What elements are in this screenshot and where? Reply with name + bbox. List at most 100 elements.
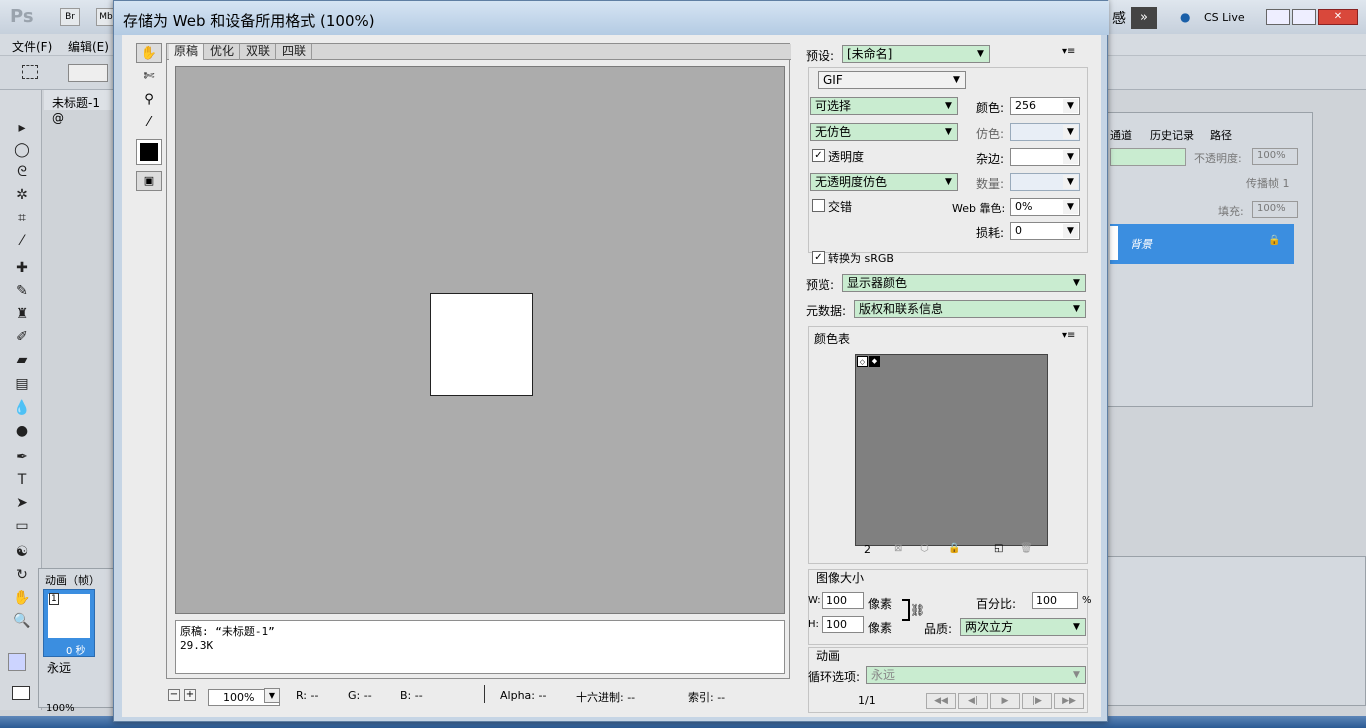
- layer-background-row[interactable]: 背景 🔒: [1110, 224, 1294, 264]
- path-select-icon[interactable]: ➤: [12, 493, 32, 513]
- percent-input[interactable]: 100: [1032, 592, 1078, 609]
- loop-select[interactable]: 永远 ▼: [866, 666, 1086, 684]
- opacity-field[interactable]: 100%: [1252, 148, 1298, 165]
- history-brush-icon[interactable]: ✐: [12, 327, 32, 347]
- propagate-label[interactable]: 传播帧 1: [1246, 175, 1290, 191]
- dither-algorithm-select[interactable]: 无仿色 ▼: [810, 123, 958, 141]
- play-button[interactable]: ▶: [990, 693, 1020, 709]
- swatch-white[interactable]: ◇: [857, 356, 868, 367]
- web-snap-select[interactable]: 0% ▼: [1010, 198, 1080, 216]
- selection-mode-icon[interactable]: [68, 64, 108, 82]
- 3d-rotate-icon[interactable]: ☯: [12, 542, 32, 562]
- healing-tool-icon[interactable]: ✚: [12, 258, 32, 278]
- toggle-slices-icon[interactable]: ▣: [136, 171, 162, 191]
- fill-field[interactable]: 100%: [1252, 201, 1298, 218]
- transparency-checkbox[interactable]: ✓: [812, 149, 825, 162]
- convert-srgb-checkbox[interactable]: ✓: [812, 251, 825, 264]
- ps-minimize-button[interactable]: [1266, 9, 1290, 25]
- marquee-icon[interactable]: [22, 65, 38, 79]
- menu-file[interactable]: 文件(F): [12, 38, 52, 55]
- foreground-color-swatch[interactable]: [8, 653, 26, 671]
- zoom-tool-icon[interactable]: ⚲: [136, 90, 162, 110]
- frame-delay[interactable]: 0 秒: [66, 642, 86, 657]
- prev-frame-button[interactable]: ◀|: [958, 693, 988, 709]
- width-input[interactable]: 100: [822, 592, 864, 609]
- loop-select[interactable]: 永远: [47, 659, 71, 676]
- animation-tab[interactable]: 动画（帧）: [45, 572, 100, 588]
- lossy-select[interactable]: 0 ▼: [1010, 222, 1080, 240]
- tab-4up[interactable]: 四联: [277, 44, 313, 60]
- document-tab[interactable]: 未标题-1 @: [44, 90, 114, 125]
- map-color-icon[interactable]: ⊠: [894, 543, 902, 554]
- tab-optimized[interactable]: 优化: [205, 44, 241, 60]
- lock-color-icon[interactable]: 🔒: [948, 543, 960, 554]
- ps-close-button[interactable]: ✕: [1318, 9, 1358, 25]
- new-color-icon[interactable]: ◱: [994, 543, 1003, 554]
- tab-2up[interactable]: 双联: [241, 44, 277, 60]
- metadata-label: 元数据:: [806, 304, 847, 318]
- reduction-select[interactable]: 可选择 ▼: [810, 97, 958, 115]
- trash-icon[interactable]: 🗑: [1020, 543, 1033, 554]
- hand-tool-icon[interactable]: ✋: [12, 588, 32, 608]
- stamp-tool-icon[interactable]: ♜: [12, 304, 32, 324]
- hand-tool-icon[interactable]: ✋: [136, 43, 162, 63]
- gradient-tool-icon[interactable]: ▤: [12, 374, 32, 394]
- tab-original[interactable]: 原稿: [169, 44, 205, 60]
- quick-mask-icon[interactable]: [12, 686, 30, 700]
- eyedropper-color-swatch[interactable]: [136, 139, 162, 165]
- bridge-button[interactable]: Br: [60, 8, 80, 26]
- first-frame-button[interactable]: ◀◀: [926, 693, 956, 709]
- slice-select-icon[interactable]: ✄: [136, 67, 162, 87]
- zoom-status[interactable]: 100%: [46, 703, 75, 714]
- quality-select[interactable]: 两次立方 ▼: [960, 618, 1086, 636]
- next-frame-button[interactable]: |▶: [1022, 693, 1052, 709]
- chevron-down-icon: ▼: [1073, 304, 1080, 314]
- marquee-tool-icon[interactable]: ◯: [12, 140, 32, 160]
- matte-select[interactable]: ▼: [1010, 148, 1080, 166]
- chevron-down-icon[interactable]: ▼: [264, 688, 280, 703]
- zoom-in-button[interactable]: +: [184, 689, 196, 701]
- preset-select[interactable]: [未命名] ▼: [842, 45, 990, 63]
- frame-thumbnail[interactable]: 1 0 秒: [43, 589, 95, 657]
- blur-tool-icon[interactable]: 💧: [12, 398, 32, 418]
- eyedropper-icon[interactable]: ⁄: [136, 113, 162, 133]
- trans-dither-value: 无透明度仿色: [815, 175, 888, 189]
- web-shift-icon[interactable]: ⬡: [920, 543, 929, 554]
- workspace-more-icon[interactable]: »: [1131, 7, 1157, 29]
- tab-channels[interactable]: 通道: [1110, 127, 1132, 143]
- zoom-out-button[interactable]: −: [168, 689, 180, 701]
- dodge-tool-icon[interactable]: ●: [12, 421, 32, 441]
- swatch-black[interactable]: ◆: [869, 356, 880, 367]
- transparency-dither-select[interactable]: 无透明度仿色 ▼: [810, 173, 958, 191]
- lasso-tool-icon[interactable]: ᘓ: [12, 162, 32, 182]
- metadata-select[interactable]: 版权和联系信息 ▼: [854, 300, 1086, 318]
- 3d-orbit-icon[interactable]: ↻: [12, 565, 32, 585]
- interlaced-checkbox[interactable]: [812, 199, 825, 212]
- height-input[interactable]: 100: [822, 616, 864, 633]
- pen-tool-icon[interactable]: ✒: [12, 447, 32, 467]
- settings-menu-icon[interactable]: ▾≡: [1062, 46, 1075, 57]
- ps-restore-button[interactable]: [1292, 9, 1316, 25]
- preview-select[interactable]: 显示器颜色 ▼: [842, 274, 1086, 292]
- crop-tool-icon[interactable]: ⌗: [12, 208, 32, 228]
- type-tool-icon[interactable]: T: [12, 470, 32, 490]
- last-frame-button[interactable]: ▶▶: [1054, 693, 1084, 709]
- move-tool-icon[interactable]: ▸: [12, 118, 32, 138]
- preview-canvas[interactable]: [175, 66, 785, 614]
- brush-tool-icon[interactable]: ✎: [12, 281, 32, 301]
- menu-edit[interactable]: 编辑(E): [68, 38, 109, 55]
- layer-name[interactable]: 背景: [1130, 236, 1152, 252]
- shape-tool-icon[interactable]: ▭: [12, 516, 32, 536]
- quick-select-icon[interactable]: ✲: [12, 185, 32, 205]
- blend-mode-select[interactable]: [1110, 148, 1186, 166]
- cslive-label[interactable]: CS Live: [1204, 11, 1245, 24]
- format-select[interactable]: GIF ▼: [818, 71, 966, 89]
- eraser-tool-icon[interactable]: ▰: [12, 350, 32, 370]
- tab-paths[interactable]: 路径: [1210, 127, 1232, 143]
- eyedropper-tool-icon[interactable]: ⁄: [12, 231, 32, 251]
- color-table-menu-icon[interactable]: ▾≡: [1062, 330, 1075, 341]
- tab-history[interactable]: 历史记录: [1150, 127, 1194, 143]
- colors-select[interactable]: 256 ▼: [1010, 97, 1080, 115]
- link-icon[interactable]: ⛓: [910, 603, 925, 617]
- zoom-tool-icon[interactable]: 🔍: [12, 611, 32, 631]
